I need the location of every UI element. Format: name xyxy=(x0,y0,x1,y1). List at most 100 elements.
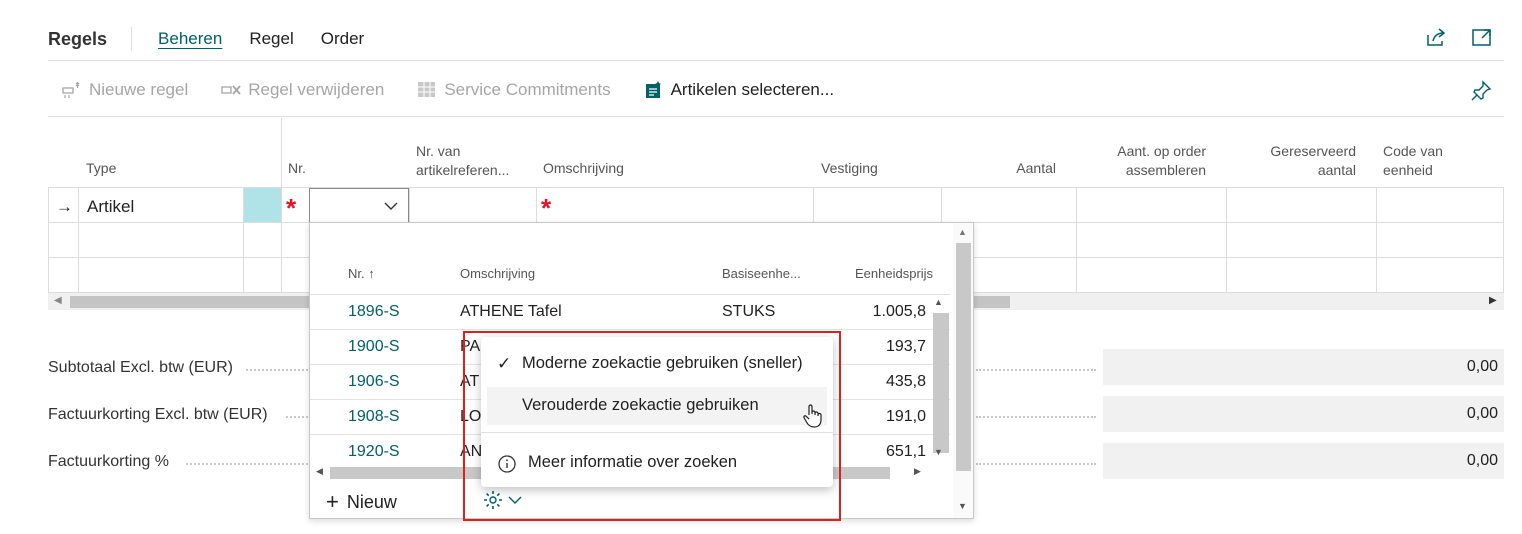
scroll-up-icon[interactable]: ▲ xyxy=(958,227,967,237)
lookup-item-description: ATHENE Tafel xyxy=(460,303,562,320)
grid-line xyxy=(1226,187,1227,293)
item-no-dropdown[interactable] xyxy=(309,188,409,223)
grid-line xyxy=(1076,187,1077,293)
plus-icon: + xyxy=(326,489,339,514)
col-header-line: assembleren xyxy=(1125,162,1206,178)
col-header-item-ref[interactable]: Nr. van artikelreferen... xyxy=(416,142,509,180)
new-item-label: Nieuw xyxy=(346,491,397,512)
col-header-assemble[interactable]: Aant. op order assembleren xyxy=(1080,142,1206,180)
table-icon xyxy=(418,82,436,97)
scroll-right-icon[interactable]: ▶ xyxy=(1489,295,1497,306)
col-header-quantity[interactable]: Aantal xyxy=(960,159,1056,178)
lookup-item-no[interactable]: 1908-S xyxy=(348,408,400,426)
lookup-header-description[interactable]: Omschrijving xyxy=(460,266,535,281)
lookup-item-price: 193,7 xyxy=(885,338,926,355)
expand-icon[interactable] xyxy=(1471,26,1493,48)
scroll-left-icon[interactable]: ◀ xyxy=(54,295,62,306)
scroll-left-icon[interactable]: ◀ xyxy=(316,466,323,477)
invoice-discount-value[interactable]: 0,00 xyxy=(1103,396,1504,432)
grid-line xyxy=(281,118,282,293)
section-title: Regels xyxy=(48,28,108,49)
scroll-right-icon[interactable]: ▶ xyxy=(914,466,921,477)
col-header-reserved[interactable]: Gereserveerd aantal xyxy=(1230,142,1356,180)
tab-beheren[interactable]: Beheren xyxy=(158,29,222,49)
selected-cell[interactable] xyxy=(244,188,281,222)
lookup-header-no[interactable]: Nr. ↑ xyxy=(348,266,375,281)
lookup-item-price: 651,1 xyxy=(885,443,926,460)
select-items-button[interactable]: Artikelen selecteren... xyxy=(644,80,834,100)
col-header-line: Aant. op order xyxy=(1117,143,1206,159)
leader-dots xyxy=(246,369,308,371)
invoice-discount-label: Factuurkorting Excl. btw (EUR) xyxy=(48,406,268,423)
delete-line-button[interactable]: Regel verwijderen xyxy=(221,80,384,100)
leader-dots xyxy=(976,416,1096,418)
chevron-down-icon xyxy=(384,202,398,210)
tab-regel[interactable]: Regel xyxy=(249,29,293,49)
lookup-row[interactable]: 1896-S ATHENE Tafel STUKS 1.005,8 xyxy=(310,294,950,329)
col-header-no[interactable]: Nr. xyxy=(288,159,306,178)
invoice-discount-pct-value[interactable]: 0,00 xyxy=(1103,443,1504,479)
col-header-type[interactable]: Type xyxy=(86,159,116,178)
col-header-line: eenheid xyxy=(1383,162,1433,178)
action-bar: Nieuwe regel Regel verwijderen Service C… xyxy=(62,76,867,104)
divider xyxy=(48,60,1504,61)
share-icon[interactable] xyxy=(1425,26,1447,48)
scroll-down-icon[interactable]: ▼ xyxy=(934,447,943,457)
grid-line xyxy=(48,187,49,293)
scrollbar-thumb[interactable] xyxy=(956,243,971,471)
lookup-vertical-scrollbar[interactable]: ▲ ▼ xyxy=(953,223,973,518)
lookup-item-unit: STUKS xyxy=(722,303,776,320)
delete-line-label: Regel verwijderen xyxy=(248,80,385,99)
lookup-item-no[interactable]: 1896-S xyxy=(348,303,400,321)
lookup-header-base-unit[interactable]: Basiseenhe... xyxy=(722,266,801,281)
required-indicator: * xyxy=(541,193,552,223)
required-indicator: * xyxy=(286,193,297,223)
new-line-button[interactable]: Nieuwe regel xyxy=(62,80,188,100)
col-header-uom[interactable]: Code van eenheid xyxy=(1383,142,1443,180)
highlight-box xyxy=(463,331,841,521)
leader-dots xyxy=(186,463,308,465)
service-commitments-label: Service Commitments xyxy=(444,80,611,99)
lookup-item-no[interactable]: 1900-S xyxy=(348,338,400,356)
grid-line xyxy=(1503,187,1504,293)
col-header-line: Gereserveerd xyxy=(1270,143,1356,159)
grid-line xyxy=(1376,187,1377,293)
select-items-label: Artikelen selecteren... xyxy=(670,80,835,99)
col-header-line: aantal xyxy=(1317,162,1356,178)
lookup-inner-vertical-scrollbar[interactable]: ▲ ▼ xyxy=(930,297,950,469)
lookup-item-price: 435,8 xyxy=(885,373,926,390)
divider xyxy=(48,116,1504,117)
pin-icon[interactable] xyxy=(1470,80,1492,102)
col-header-description[interactable]: Omschrijving xyxy=(543,159,624,178)
col-header-location[interactable]: Vestiging xyxy=(821,159,878,178)
lookup-header-unit-price[interactable]: Eenheidsprijs xyxy=(855,266,933,281)
scroll-up-icon[interactable]: ▲ xyxy=(934,297,943,307)
new-line-label: Nieuwe regel xyxy=(89,80,189,99)
scrollbar-thumb[interactable] xyxy=(933,313,949,453)
lookup-item-no[interactable]: 1920-S xyxy=(348,443,400,461)
col-header-line: Nr. van xyxy=(416,143,461,159)
service-commitments-button[interactable]: Service Commitments xyxy=(417,80,611,100)
grid-line xyxy=(78,187,79,293)
tab-order[interactable]: Order xyxy=(321,29,364,49)
lookup-item-price: 191,0 xyxy=(885,408,926,425)
divider xyxy=(131,27,133,51)
new-item-button[interactable]: + Nieuw xyxy=(326,489,397,515)
subtotal-value: 0,00 xyxy=(1103,349,1504,385)
row-indicator-arrow-icon: → xyxy=(56,197,73,216)
col-header-line: Code van xyxy=(1383,143,1443,159)
leader-dots xyxy=(286,416,308,418)
select-items-icon xyxy=(645,81,661,98)
delete-line-icon xyxy=(221,85,241,95)
col-header-line: artikelreferen... xyxy=(416,162,510,178)
subtotal-label: Subtotaal Excl. btw (EUR) xyxy=(48,359,233,376)
page-tabs: Regels Beheren Regel Order xyxy=(48,26,391,52)
lookup-item-price: 1.005,8 xyxy=(872,303,926,320)
leader-dots xyxy=(976,463,1096,465)
leader-dots xyxy=(976,369,1096,371)
new-line-icon xyxy=(62,82,80,98)
invoice-discount-pct-label: Factuurkorting % xyxy=(48,453,169,470)
scroll-down-icon[interactable]: ▼ xyxy=(958,501,967,511)
lookup-item-no[interactable]: 1906-S xyxy=(348,373,400,391)
type-cell[interactable]: Artikel xyxy=(87,197,134,217)
